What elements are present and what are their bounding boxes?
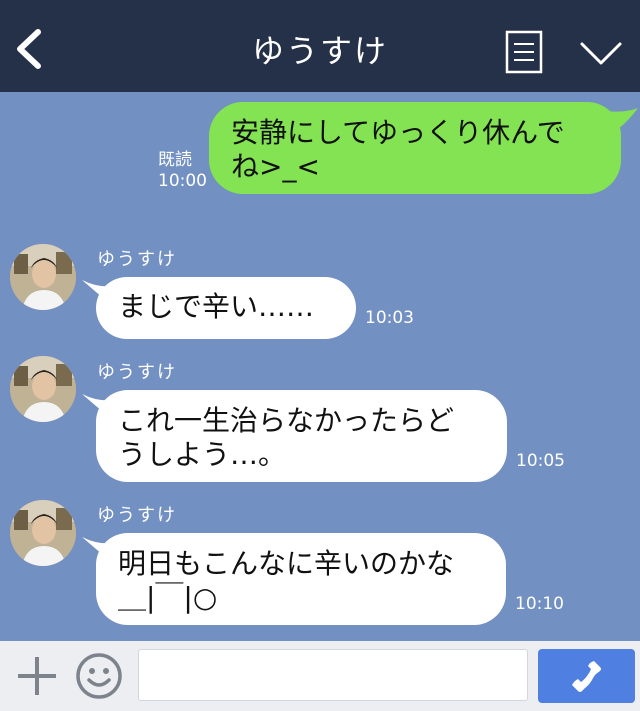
emoji-button[interactable] bbox=[74, 651, 124, 701]
avatar[interactable] bbox=[10, 500, 76, 566]
avatar[interactable] bbox=[10, 244, 76, 310]
message-bubble-incoming[interactable]: 明日もこんなに辛いのかな ＿|￣|○ bbox=[96, 533, 506, 625]
phone-icon bbox=[572, 661, 601, 692]
message-line: ね>_< bbox=[231, 150, 320, 183]
message-bubble-incoming[interactable]: まじで辛い…… bbox=[96, 277, 356, 339]
call-button[interactable] bbox=[538, 649, 635, 703]
message-line: 安静にしてゆっくり休んで bbox=[231, 116, 565, 149]
sender-name: ゆうすけ bbox=[97, 362, 177, 383]
message-line: 明日もこんなに辛いのかな bbox=[118, 547, 455, 580]
notes-button[interactable] bbox=[505, 30, 543, 74]
chat-title: ゆうすけ bbox=[251, 32, 388, 70]
message-input-bar bbox=[0, 641, 640, 711]
message-line: ＿|￣|○ bbox=[118, 581, 218, 614]
message-input[interactable] bbox=[138, 649, 528, 701]
chevron-down-icon bbox=[580, 42, 622, 65]
message-time: 10:03 bbox=[365, 308, 414, 328]
add-attachment-button[interactable] bbox=[14, 653, 60, 699]
profile-photo bbox=[10, 500, 76, 566]
smiley-icon bbox=[76, 653, 122, 699]
chat-header: ゆうすけ bbox=[0, 0, 640, 92]
message-time: 10:00 bbox=[158, 171, 207, 191]
profile-photo bbox=[10, 356, 76, 422]
expand-menu-button[interactable] bbox=[578, 36, 624, 70]
read-receipt: 既読 10:00 bbox=[158, 150, 207, 192]
read-label: 既読 bbox=[158, 150, 192, 170]
message-line: まじで辛い…… bbox=[118, 290, 315, 323]
message-line: これ一生治らなかったらど bbox=[118, 404, 455, 437]
plus-icon bbox=[18, 657, 56, 695]
message-time: 10:05 bbox=[516, 451, 565, 471]
message-time: 10:10 bbox=[515, 594, 564, 614]
profile-photo bbox=[10, 244, 76, 310]
message-bubble-incoming[interactable]: これ一生治らなかったらど うしよう…。 bbox=[96, 390, 507, 482]
sender-name: ゆうすけ bbox=[97, 505, 177, 526]
sender-name: ゆうすけ bbox=[97, 249, 177, 270]
avatar[interactable] bbox=[10, 356, 76, 422]
message-bubble-outgoing[interactable]: 安静にしてゆっくり休んで ね>_< bbox=[209, 102, 621, 194]
notes-icon bbox=[505, 30, 543, 74]
message-line: うしよう…。 bbox=[118, 438, 287, 471]
